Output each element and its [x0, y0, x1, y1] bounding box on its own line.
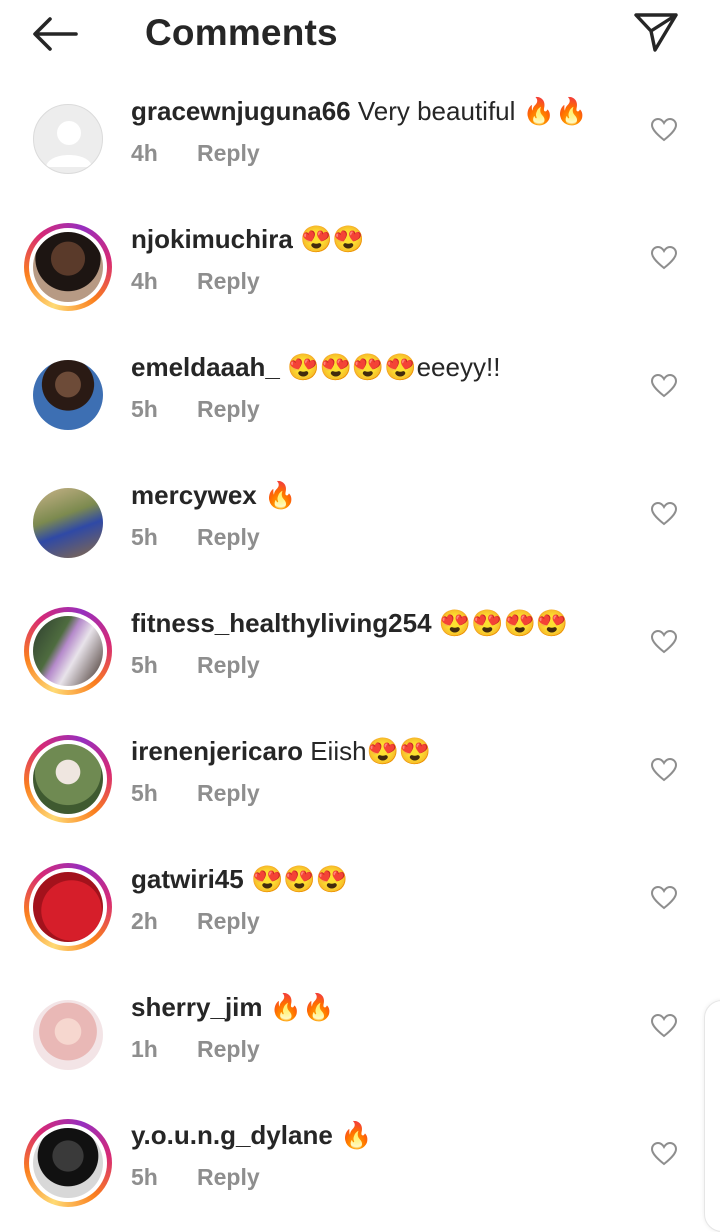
- like-button[interactable]: [650, 884, 678, 912]
- avatar[interactable]: [24, 607, 112, 695]
- comment-row: mercywex 🔥 5h Reply: [0, 460, 720, 588]
- comment-row: njokimuchira 😍😍 4h Reply: [0, 204, 720, 332]
- share-button[interactable]: [630, 8, 682, 56]
- paper-plane-icon: [634, 13, 678, 52]
- comment-text: njokimuchira 😍😍: [131, 224, 365, 254]
- comment-meta: 5h Reply: [131, 396, 260, 423]
- comment-username[interactable]: y.o.u.n.g_dylane: [131, 1120, 333, 1150]
- comment-row: y.o.u.n.g_dylane 🔥 5h Reply: [0, 1100, 720, 1228]
- page-title: Comments: [145, 12, 338, 53]
- avatar[interactable]: [24, 991, 112, 1079]
- comment-time: 2h: [131, 908, 158, 934]
- comment-username[interactable]: njokimuchira: [131, 224, 293, 254]
- avatar[interactable]: [24, 479, 112, 567]
- like-button[interactable]: [650, 372, 678, 400]
- comment-row: gracewnjuguna66 Very beautiful 🔥🔥 4h Repl…: [0, 76, 720, 204]
- reply-button[interactable]: Reply: [197, 908, 260, 934]
- comment-meta: 5h Reply: [131, 1164, 260, 1191]
- heart-icon: [651, 374, 677, 398]
- like-button[interactable]: [650, 1012, 678, 1040]
- like-button[interactable]: [650, 500, 678, 528]
- comment-username[interactable]: sherry_jim: [131, 992, 263, 1022]
- reply-button[interactable]: Reply: [197, 1036, 260, 1062]
- avatar[interactable]: [24, 735, 112, 823]
- heart-icon: [651, 630, 677, 654]
- comment-text: y.o.u.n.g_dylane 🔥: [131, 1120, 372, 1150]
- comment-time: 1h: [131, 1036, 158, 1062]
- reply-button[interactable]: Reply: [197, 652, 260, 678]
- avatar[interactable]: [24, 1119, 112, 1207]
- comment-body: 😍😍: [292, 224, 365, 254]
- heart-icon: [651, 1014, 677, 1038]
- comment-time: 5h: [131, 396, 158, 422]
- back-button[interactable]: [28, 12, 84, 56]
- reply-button[interactable]: Reply: [197, 140, 260, 166]
- comment-time: 4h: [131, 268, 158, 294]
- comment-username[interactable]: gracewnjuguna66: [131, 96, 351, 126]
- like-button[interactable]: [650, 1140, 678, 1168]
- comment-meta: 5h Reply: [131, 652, 260, 679]
- comment-time: 5h: [131, 1164, 158, 1190]
- comment-time: 5h: [131, 652, 158, 678]
- comment-body: 😍😍😍😍: [431, 608, 569, 638]
- avatar[interactable]: [24, 95, 112, 183]
- like-button[interactable]: [650, 244, 678, 272]
- comment-time: 4h: [131, 140, 158, 166]
- comment-text: gatwiri45 😍😍😍: [131, 864, 348, 894]
- heart-icon: [651, 758, 677, 782]
- comment-username[interactable]: mercywex: [131, 480, 257, 510]
- heart-icon: [651, 886, 677, 910]
- header-bar: Comments: [0, 0, 720, 70]
- comment-body: 🔥🔥: [262, 992, 335, 1022]
- comment-meta: 5h Reply: [131, 780, 260, 807]
- comment-body: 🔥: [256, 480, 297, 510]
- comment-body: 🔥: [332, 1120, 373, 1150]
- comment-meta: 2h Reply: [131, 908, 260, 935]
- comment-text: sherry_jim 🔥🔥: [131, 992, 335, 1022]
- comment-row: emeldaaah_ 😍😍😍😍eeeyy!! 5h Reply: [0, 332, 720, 460]
- comment-username[interactable]: irenenjericaro: [131, 736, 303, 766]
- comment-body: 😍😍😍: [243, 864, 349, 894]
- comment-text: gracewnjuguna66 Very beautiful 🔥🔥: [131, 96, 587, 126]
- reply-button[interactable]: Reply: [197, 524, 260, 550]
- comment-row: gatwiri45 😍😍😍 2h Reply: [0, 844, 720, 972]
- arrow-left-icon: [33, 17, 78, 51]
- reply-button[interactable]: Reply: [197, 1164, 260, 1190]
- avatar[interactable]: [24, 223, 112, 311]
- like-button[interactable]: [650, 116, 678, 144]
- like-button[interactable]: [650, 756, 678, 784]
- heart-icon: [651, 246, 677, 270]
- default-avatar-icon: [46, 121, 92, 167]
- comment-meta: 1h Reply: [131, 1036, 260, 1063]
- heart-icon: [651, 118, 677, 142]
- comment-body: Very beautiful 🔥🔥: [350, 96, 588, 126]
- comment-text: mercywex 🔥: [131, 480, 296, 510]
- comment-time: 5h: [131, 780, 158, 806]
- comment-meta: 5h Reply: [131, 524, 260, 551]
- comment-text: fitness_healthyliving254 😍😍😍😍: [131, 608, 568, 638]
- comment-meta: 4h Reply: [131, 268, 260, 295]
- comment-text: irenenjericaro Eiish😍😍: [131, 736, 431, 766]
- edge-panel: [704, 1000, 720, 1232]
- like-button[interactable]: [650, 628, 678, 656]
- comment-row: irenenjericaro Eiish😍😍 5h Reply: [0, 716, 720, 844]
- comment-time: 5h: [131, 524, 158, 550]
- comment-username[interactable]: emeldaaah_: [131, 352, 280, 382]
- comment-text: emeldaaah_ 😍😍😍😍eeeyy!!: [131, 352, 500, 382]
- comment-body: 😍😍😍😍eeeyy!!: [279, 352, 501, 382]
- comment-row: fitness_healthyliving254 😍😍😍😍 5h Reply: [0, 588, 720, 716]
- comment-username[interactable]: gatwiri45: [131, 864, 244, 894]
- avatar[interactable]: [24, 351, 112, 439]
- comment-username[interactable]: fitness_healthyliving254: [131, 608, 432, 638]
- reply-button[interactable]: Reply: [197, 396, 260, 422]
- avatar[interactable]: [24, 863, 112, 951]
- heart-icon: [651, 1142, 677, 1166]
- reply-button[interactable]: Reply: [197, 780, 260, 806]
- comment-meta: 4h Reply: [131, 140, 260, 167]
- heart-icon: [651, 502, 677, 526]
- comment-row: sherry_jim 🔥🔥 1h Reply: [0, 972, 720, 1100]
- comment-body: Eiish😍😍: [302, 736, 432, 766]
- reply-button[interactable]: Reply: [197, 268, 260, 294]
